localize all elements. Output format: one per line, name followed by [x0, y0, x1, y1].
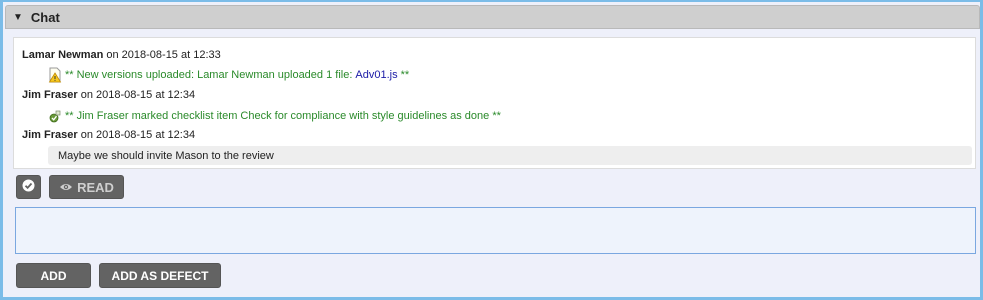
- message-meta: on 2018-08-15 at 12:34: [77, 89, 196, 101]
- panel-header[interactable]: ▼ Chat: [5, 5, 980, 29]
- add-as-defect-button-label: ADD AS DEFECT: [111, 268, 209, 283]
- eye-icon: [59, 180, 73, 195]
- system-text-end: **: [400, 69, 410, 81]
- message-header: Jim Fraser on 2018-08-15 at 12:34: [22, 89, 195, 101]
- message-author: Jim Fraser: [22, 89, 78, 101]
- message-list: Lamar Newman on 2018-08-15 at 12:33 ** N…: [13, 37, 976, 169]
- message-header: Lamar Newman on 2018-08-15 at 12:33: [22, 49, 221, 61]
- add-button[interactable]: ADD: [16, 263, 91, 288]
- message-header: Jim Fraser on 2018-08-15 at 12:34: [22, 129, 195, 141]
- message-meta: on 2018-08-15 at 12:34: [77, 129, 196, 141]
- panel-title: Chat: [30, 9, 60, 25]
- system-text: ** Jim Fraser marked checklist item Chec…: [65, 110, 501, 122]
- chat-message-input[interactable]: [16, 208, 975, 253]
- comment-text: Maybe we should invite Mason to the revi…: [58, 149, 274, 162]
- read-button[interactable]: READ: [49, 175, 124, 199]
- chat-input-container[interactable]: [15, 207, 976, 254]
- message-author: Jim Fraser: [22, 129, 78, 141]
- chat-panel: ▼ Chat Lamar Newman on 2018-08-15 at 12:…: [0, 0, 983, 300]
- mark-read-check-button[interactable]: [16, 175, 41, 199]
- read-button-label: READ: [77, 179, 114, 195]
- add-button-label: ADD: [40, 268, 67, 283]
- warning-file-icon: [47, 67, 63, 83]
- file-link[interactable]: Adv01.js: [355, 69, 397, 81]
- system-message: ** New versions uploaded: Lamar Newman u…: [47, 67, 409, 83]
- message-author: Lamar Newman: [22, 49, 104, 61]
- checklist-icon: [47, 108, 63, 124]
- add-as-defect-button[interactable]: ADD AS DEFECT: [99, 263, 221, 288]
- system-message: ** Jim Fraser marked checklist item Chec…: [47, 108, 501, 124]
- collapse-triangle-icon[interactable]: ▼: [13, 12, 23, 23]
- message-meta: on 2018-08-15 at 12:33: [103, 49, 221, 61]
- check-circle-icon: [22, 179, 35, 195]
- comment-bubble: Maybe we should invite Mason to the revi…: [48, 146, 972, 165]
- system-text: ** New versions uploaded: Lamar Newman u…: [65, 69, 353, 81]
